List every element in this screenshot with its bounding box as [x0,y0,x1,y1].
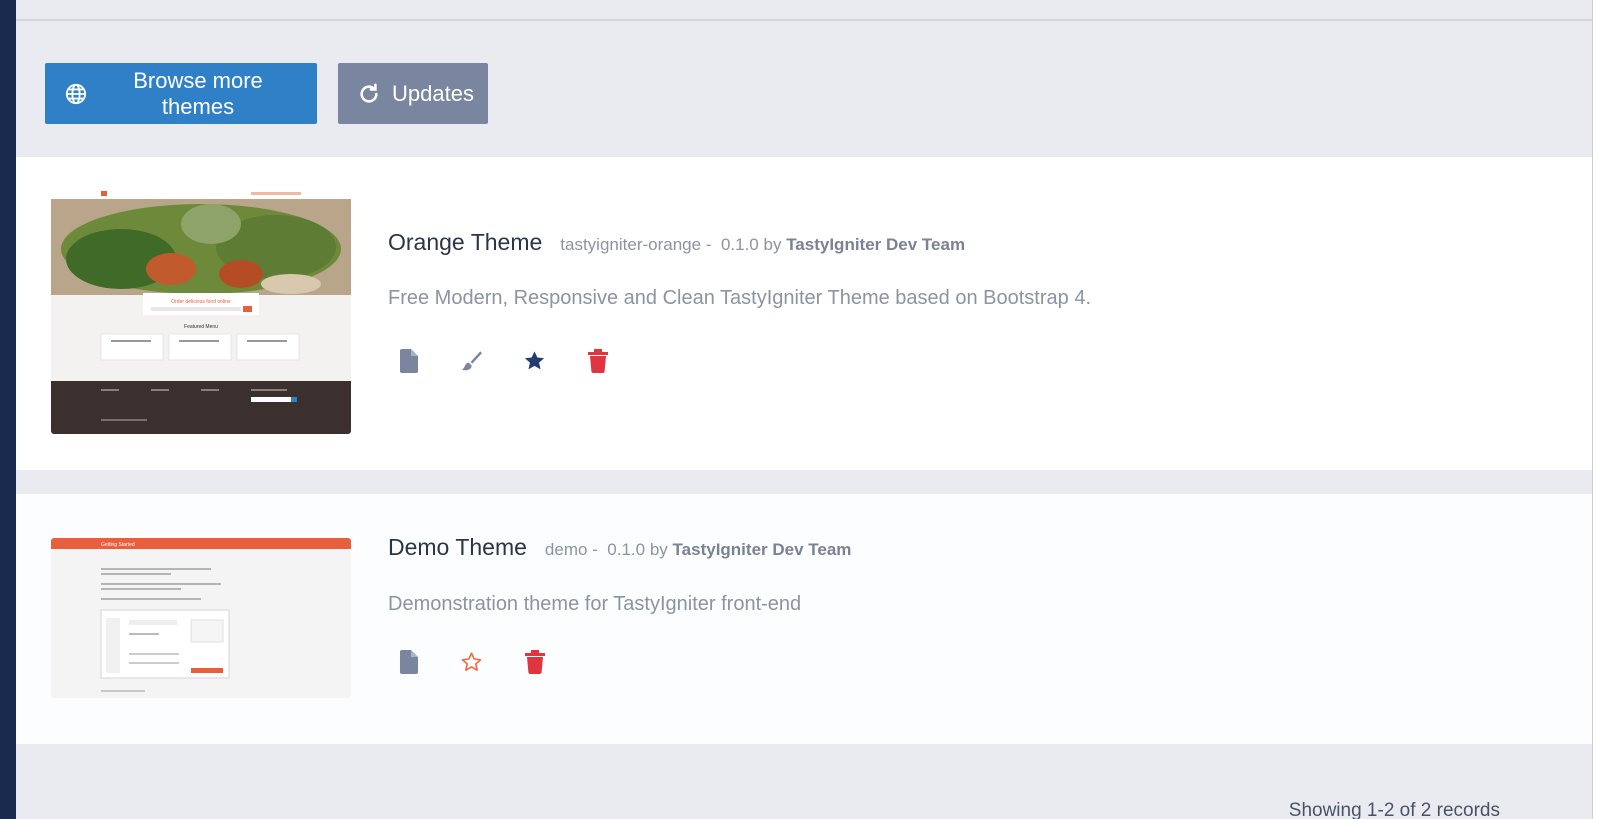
records-count: Showing 1-2 of 2 records [1288,800,1500,819]
theme-name[interactable]: Demo Theme [388,534,527,561]
sidebar-rail [0,0,16,819]
globe-icon [65,83,87,105]
updates-button[interactable]: Updates [338,63,488,124]
star-icon[interactable] [524,348,545,374]
preview-section: Featured Menu [184,324,218,330]
updates-label: Updates [392,80,474,106]
theme-thumbnail[interactable]: Getting Started [51,538,351,698]
paint-brush-icon[interactable] [461,348,482,374]
star-outline-icon[interactable] [461,649,482,675]
theme-name[interactable]: Orange Theme [388,229,542,256]
theme-title-row: Orange Theme tastyigniter-orange - 0.1.0… [388,229,965,256]
theme-description: Demonstration theme for TastyIgniter fro… [388,593,802,615]
theme-actions [398,348,608,374]
theme-actions [398,649,545,675]
theme-code: tastyigniter-orange [560,235,702,254]
browse-themes-label: Browse more themes [133,67,263,119]
theme-version: 0.1.0 [720,235,759,254]
theme-card-orange: Order delicious food online Featured Men… [16,157,1592,470]
browse-themes-button[interactable]: Browse more themes [45,63,317,124]
toolbar: Browse more themes Updates [45,63,488,124]
theme-meta: demo - 0.1.0 by TastyIgniter Dev Team [544,540,852,559]
theme-version: 0.1.0 [607,540,646,559]
theme-title-row: Demo Theme demo - 0.1.0 by TastyIgniter … [388,534,851,561]
refresh-icon [358,83,380,105]
theme-author: TastyIgniter Dev Team [672,540,852,559]
scrollbar[interactable] [1592,0,1604,819]
file-icon[interactable] [398,649,419,675]
file-icon[interactable] [398,348,419,374]
theme-description: Free Modern, Responsive and Clean TastyI… [388,287,1091,309]
theme-by: by [763,235,782,254]
trash-icon[interactable] [524,649,545,675]
theme-meta: tastyigniter-orange - 0.1.0 by TastyIgni… [560,235,966,254]
theme-author: TastyIgniter Dev Team [786,235,966,254]
theme-code: demo [544,540,588,559]
theme-card-demo: Getting Started Demo Theme demo - 0.1.0 … [16,494,1592,744]
theme-thumbnail[interactable]: Order delicious food online Featured Men… [51,189,351,434]
preview-header: Getting Started [101,542,135,548]
divider [16,19,1592,21]
theme-by: by [649,540,668,559]
trash-icon[interactable] [587,348,608,374]
preview-headline: Order delicious food online [171,299,231,305]
